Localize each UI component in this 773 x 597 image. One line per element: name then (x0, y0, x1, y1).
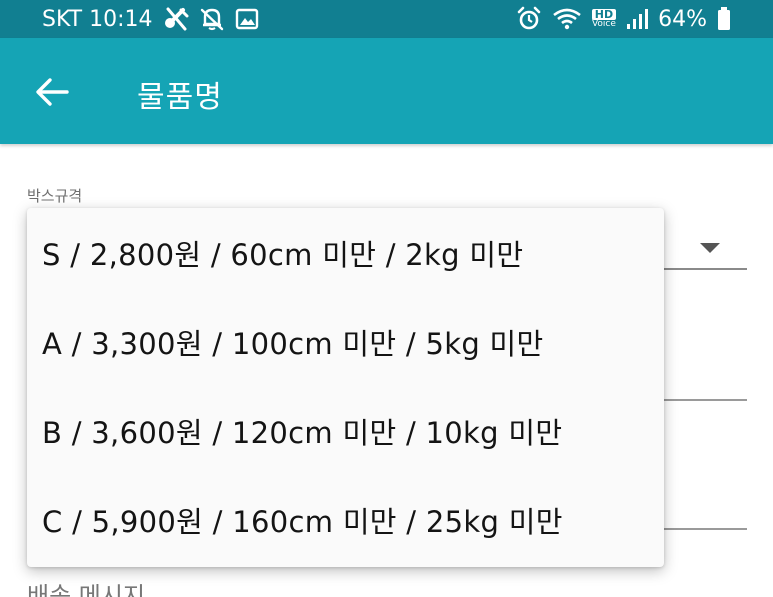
screen: SKT 10:14 HD Voice 64% 물품명 박스규격 배송 메시지 S… (0, 0, 773, 597)
app-bar: 물품명 (0, 38, 773, 144)
battery-percent: 64% (658, 6, 707, 32)
dropdown-option[interactable]: S / 2,800원 / 60cm 미만 / 2kg 미만 (27, 208, 664, 297)
arrow-left-icon (36, 78, 69, 106)
box-spec-dropdown: S / 2,800원 / 60cm 미만 / 2kg 미만 A / 3,300원… (27, 208, 664, 567)
image-icon (235, 8, 259, 30)
field-underline (660, 399, 747, 401)
status-left: SKT 10:14 (42, 7, 259, 32)
status-bar: SKT 10:14 HD Voice 64% (0, 0, 773, 38)
box-spec-underline (660, 268, 747, 270)
no-disturb-icon (163, 7, 189, 31)
back-button[interactable] (30, 70, 74, 114)
signal-icon (626, 8, 649, 30)
dropdown-option[interactable]: A / 3,300원 / 100cm 미만 / 5kg 미만 (27, 297, 664, 386)
dropdown-option[interactable]: C / 5,900원 / 160cm 미만 / 25kg 미만 (27, 475, 664, 564)
wifi-icon (552, 7, 582, 31)
carrier-time: SKT 10:14 (42, 6, 153, 32)
delivery-message-label: 배송 메시지 (27, 582, 146, 597)
dropdown-arrow-icon[interactable] (700, 240, 720, 259)
notifications-off-icon (199, 7, 225, 31)
hd-voice-icon: HD Voice (591, 8, 617, 29)
box-spec-label: 박스규격 (27, 187, 83, 205)
status-right: HD Voice 64% (516, 6, 731, 32)
battery-icon (717, 7, 731, 31)
dropdown-option[interactable]: B / 3,600원 / 120cm 미만 / 10kg 미만 (27, 386, 664, 475)
page-title: 물품명 (137, 80, 223, 115)
field-underline (660, 528, 747, 530)
alarm-icon (516, 6, 542, 32)
